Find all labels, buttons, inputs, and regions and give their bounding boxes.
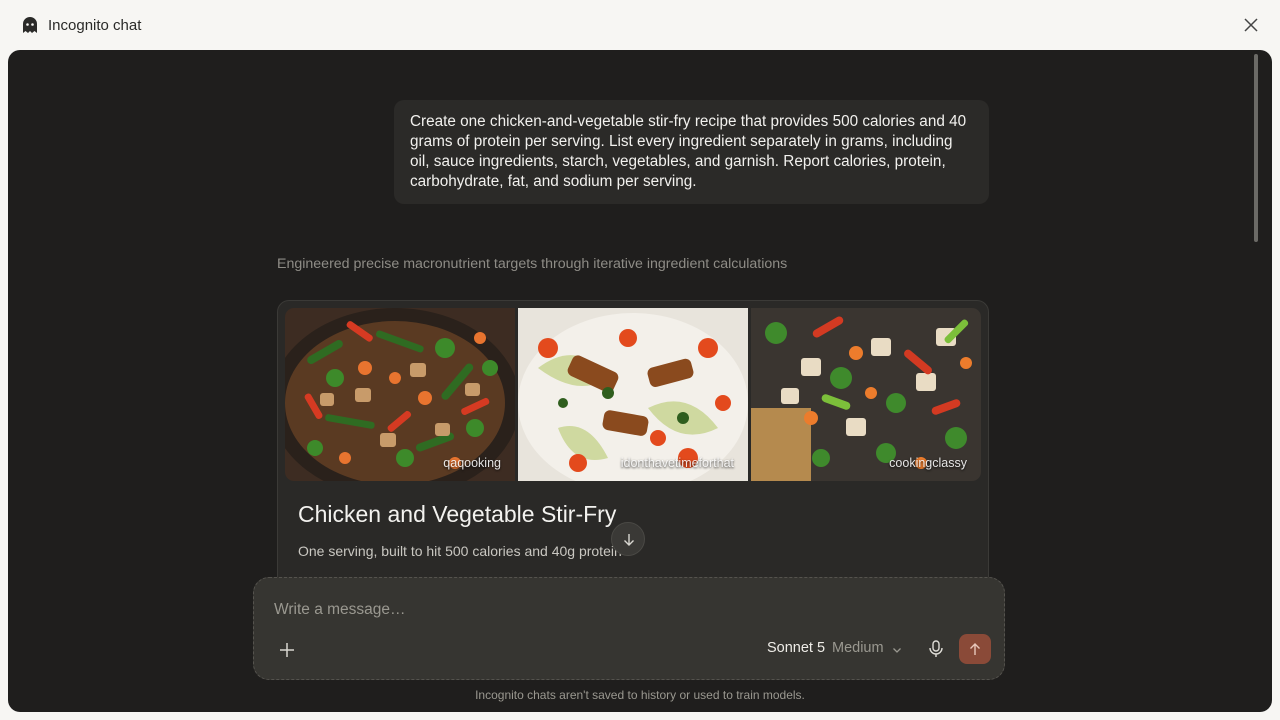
arrow-down-icon <box>624 534 634 546</box>
thinking-summary[interactable]: Engineered precise macronutrient targets… <box>277 256 787 272</box>
recipe-photos: qaqooking idonthavetimeforthat cookingcl… <box>285 308 983 482</box>
photo-credit-3: cookingclassy <box>889 456 967 470</box>
plus-icon[interactable] <box>278 641 296 659</box>
arrow-up-icon <box>970 643 980 655</box>
message-composer: Sonnet 5 Medium <box>253 577 1005 680</box>
recipe-photo-3[interactable]: cookingclassy <box>751 308 981 481</box>
ghost-incognito-icon <box>23 17 37 33</box>
effort-selector[interactable]: Medium <box>832 640 884 656</box>
send-button[interactable] <box>959 634 991 664</box>
user-message: Create one chicken-and-vegetable stir-fr… <box>394 100 989 204</box>
microphone-icon[interactable] <box>926 639 946 659</box>
photo-credit-1: qaqooking <box>443 456 501 470</box>
scrollbar-thumb[interactable] <box>1254 54 1258 242</box>
recipe-photo-1[interactable]: qaqooking <box>285 308 515 481</box>
photo-credit-2: idonthavetimeforthat <box>620 456 734 470</box>
incognito-notice: Incognito chats aren't saved to history … <box>475 688 805 702</box>
scroll-to-bottom-button[interactable] <box>611 522 645 556</box>
recipe-photo-2[interactable]: idonthavetimeforthat <box>518 308 748 481</box>
recipe-subtitle: One serving, built to hit 500 calories a… <box>298 543 622 559</box>
window-title: Incognito chat <box>48 17 142 34</box>
chevron-down-icon[interactable] <box>891 644 903 656</box>
message-input[interactable] <box>274 598 974 622</box>
title-bar: Incognito chat <box>0 0 1280 50</box>
chat-panel: Create one chicken-and-vegetable stir-fr… <box>8 50 1272 712</box>
model-selector[interactable]: Sonnet 5 <box>767 640 825 656</box>
close-icon[interactable] <box>1242 16 1260 34</box>
recipe-title: Chicken and Vegetable Stir-Fry <box>298 501 617 527</box>
